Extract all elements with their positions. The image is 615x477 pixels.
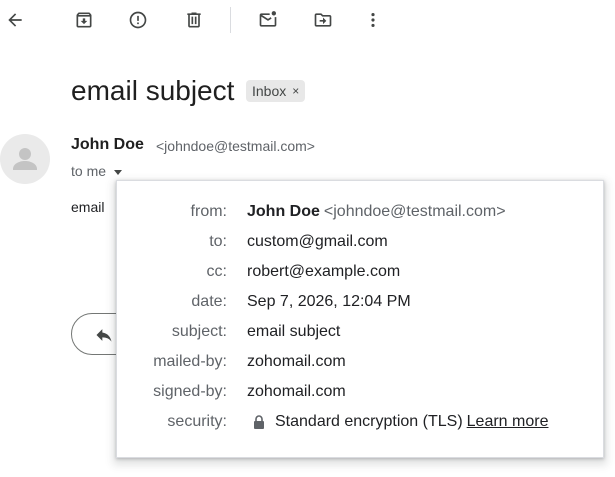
to-me-text: to me bbox=[71, 163, 107, 179]
details-cc-row: cc: robert@example.com bbox=[117, 260, 603, 284]
recipients-toggle[interactable]: to me bbox=[71, 163, 123, 179]
default-avatar-icon bbox=[13, 148, 37, 170]
to-label: to: bbox=[209, 233, 227, 250]
back-arrow-icon[interactable] bbox=[2, 7, 28, 33]
remove-label-icon[interactable]: × bbox=[292, 80, 299, 102]
message-details-popup: from: John Doe <johndoe@testmail.com> to… bbox=[116, 180, 604, 458]
cc-value: robert@example.com bbox=[247, 263, 401, 280]
from-label: from: bbox=[190, 203, 227, 220]
subject-label: subject: bbox=[171, 323, 227, 340]
subject-value: email subject bbox=[247, 323, 341, 340]
report-spam-icon[interactable] bbox=[125, 7, 151, 33]
chevron-down-icon[interactable] bbox=[114, 169, 123, 175]
delete-icon[interactable] bbox=[181, 7, 207, 33]
move-to-icon[interactable] bbox=[310, 7, 336, 33]
to-value: custom@gmail.com bbox=[247, 233, 388, 250]
from-email: <johndoe@testmail.com> bbox=[323, 203, 506, 220]
details-date-row: date: Sep 7, 2026, 12:04 PM bbox=[117, 290, 603, 314]
more-vert-icon[interactable] bbox=[360, 7, 386, 33]
details-signed-by-row: signed-by: zohomail.com bbox=[117, 380, 603, 404]
inbox-label-chip[interactable]: Inbox × bbox=[246, 80, 306, 102]
signed-by-value: zohomail.com bbox=[247, 383, 346, 400]
details-subject-row: subject: email subject bbox=[117, 320, 603, 344]
details-to-row: to: custom@gmail.com bbox=[117, 230, 603, 254]
mailed-by-value: zohomail.com bbox=[247, 353, 346, 370]
email-body: email bbox=[71, 199, 105, 215]
date-label: date: bbox=[191, 293, 227, 310]
avatar[interactable] bbox=[0, 134, 50, 184]
lock-icon bbox=[253, 415, 265, 429]
signed-by-label: signed-by: bbox=[153, 383, 227, 400]
sender-name: John Doe bbox=[71, 136, 144, 153]
toolbar-divider bbox=[230, 7, 231, 33]
archive-icon[interactable] bbox=[71, 7, 97, 33]
from-name: John Doe bbox=[247, 203, 320, 220]
email-subject: email subject bbox=[71, 75, 235, 106]
date-value: Sep 7, 2026, 12:04 PM bbox=[247, 293, 411, 310]
details-mailed-by-row: mailed-by: zohomail.com bbox=[117, 350, 603, 374]
mark-unread-icon[interactable] bbox=[255, 7, 281, 33]
details-from-row: from: John Doe <johndoe@testmail.com> bbox=[117, 200, 603, 224]
reply-icon bbox=[96, 329, 112, 342]
details-security-row: security: Standard encryption (TLS) Lear… bbox=[117, 410, 603, 434]
mailed-by-label: mailed-by: bbox=[153, 353, 227, 370]
inbox-label-text: Inbox bbox=[252, 83, 287, 99]
security-label: security: bbox=[167, 413, 227, 430]
security-value: Standard encryption (TLS) bbox=[275, 413, 463, 430]
learn-more-link[interactable]: Learn more bbox=[467, 410, 549, 434]
cc-label: cc: bbox=[206, 263, 227, 280]
sender-email: <johndoe@testmail.com> bbox=[156, 138, 315, 154]
